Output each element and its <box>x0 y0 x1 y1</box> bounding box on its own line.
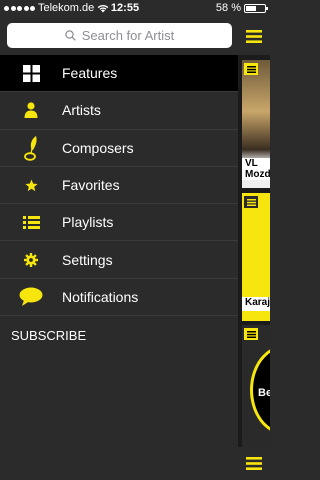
list-icon <box>0 215 62 229</box>
card-title: Be <box>258 387 270 399</box>
menu-item-settings[interactable]: Settings <box>0 241 238 279</box>
card-subtitle: Mozd <box>245 169 270 180</box>
menu-label: Settings <box>62 251 113 268</box>
battery-percent: 58 % <box>215 2 241 14</box>
feature-card[interactable]: Be <box>242 325 270 453</box>
card-caption: VL Mozd <box>242 158 270 180</box>
menu-label: Composers <box>62 139 134 156</box>
hamburger-icon <box>246 29 262 43</box>
feature-card[interactable]: VL Mozd <box>242 60 270 188</box>
menu-label: Artists <box>62 102 101 119</box>
search-input[interactable]: Search for Artist <box>7 23 232 48</box>
menu-label: Notifications <box>62 288 139 305</box>
side-menu: Features Artists Composers Favorites Pla… <box>0 55 238 354</box>
menu-item-features[interactable]: Features <box>0 55 238 93</box>
speech-bubble-icon <box>0 287 62 307</box>
search-bar: Search for Artist <box>0 17 238 55</box>
menu-item-notifications[interactable]: Notifications <box>0 279 238 317</box>
menu-label: Features <box>62 65 118 82</box>
subscribe-link[interactable]: SUBSCRIBE <box>0 316 238 354</box>
hamburger-icon <box>246 457 262 470</box>
list-icon <box>244 63 258 75</box>
menu-item-artists[interactable]: Artists <box>0 92 238 130</box>
menu-label: Favorites <box>62 177 120 194</box>
content-panel: VL Mozd Karaj Be <box>238 17 270 480</box>
battery-icon <box>244 3 268 13</box>
battery-indicator: 58 % <box>215 2 268 14</box>
list-icon <box>244 196 258 208</box>
gear-icon <box>0 252 62 267</box>
menu-item-favorites[interactable]: Favorites <box>0 167 238 205</box>
person-icon <box>0 102 62 119</box>
card-title: VL <box>245 158 258 169</box>
quill-icon <box>0 135 62 161</box>
menu-toggle-button[interactable] <box>238 17 270 55</box>
menu-item-playlists[interactable]: Playlists <box>0 204 238 242</box>
search-placeholder: Search for Artist <box>81 28 175 43</box>
feature-card[interactable]: Karaj <box>242 193 270 321</box>
card-title: Karaj <box>242 297 270 311</box>
status-bar: Telekom.de 12:55 58 % <box>0 0 270 17</box>
menu-label: Playlists <box>62 214 114 231</box>
list-icon <box>244 328 258 340</box>
menu-item-composers[interactable]: Composers <box>0 130 238 167</box>
status-time: 12:55 <box>110 2 140 14</box>
bottom-menu-button[interactable] <box>238 447 270 480</box>
search-icon <box>65 30 76 41</box>
star-icon <box>0 179 62 192</box>
grid-icon <box>0 64 62 82</box>
